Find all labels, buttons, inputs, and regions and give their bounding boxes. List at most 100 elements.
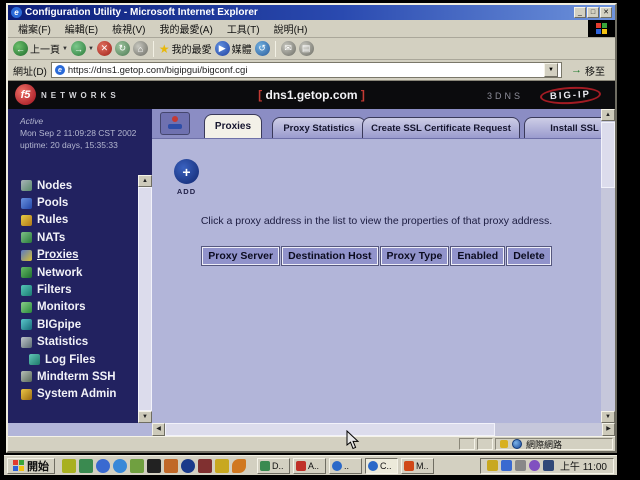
mail-button[interactable]: ✉: [281, 41, 296, 56]
sidebar-item-monitors[interactable]: Monitors: [8, 299, 138, 316]
back-dropdown-icon[interactable]: ▼: [62, 46, 68, 52]
sidebar-item-bigpipe[interactable]: BIGpipe: [8, 316, 138, 333]
sidebar-item-nats[interactable]: NATs: [8, 229, 138, 246]
quicklaunch-icon-6[interactable]: [147, 459, 161, 473]
sidebar-item-statistics[interactable]: Statistics: [8, 334, 138, 351]
scroll-up-icon[interactable]: ▲: [601, 109, 615, 121]
column-header-delete[interactable]: Delete: [507, 247, 551, 265]
menu-favorites[interactable]: 我的最愛(A): [152, 19, 219, 38]
sidebar-item-nodes[interactable]: Nodes: [8, 177, 138, 194]
quicklaunch-icon-5[interactable]: [130, 459, 144, 473]
scroll-down-icon[interactable]: ▼: [601, 411, 615, 423]
tray-icon-5[interactable]: [543, 460, 554, 471]
maximize-button[interactable]: □: [587, 7, 599, 18]
address-dropdown-icon[interactable]: ▼: [544, 63, 558, 77]
menu-tools[interactable]: 工具(T): [220, 19, 267, 38]
scroll-left-icon[interactable]: ◀: [152, 423, 165, 436]
minimize-button[interactable]: _: [574, 7, 586, 18]
tab-install-ssl-certificate[interactable]: Install SSL Certificate: [524, 117, 601, 138]
browser-window: e Configuration Utility - Microsoft Inte…: [6, 3, 617, 453]
scroll-right-icon[interactable]: ▶: [602, 423, 615, 436]
tray-icon-4[interactable]: [529, 460, 540, 471]
mouse-cursor: [346, 430, 360, 450]
quicklaunch-icon-2[interactable]: [79, 459, 93, 473]
menu-edit[interactable]: 編輯(E): [58, 19, 105, 38]
scroll-up-icon[interactable]: ▲: [138, 175, 152, 187]
quicklaunch-icon-7[interactable]: [164, 459, 178, 473]
system-datetime: Mon Sep 2 11:09:28 CST 2002: [20, 127, 152, 139]
close-button[interactable]: ✕: [600, 7, 612, 18]
print-button[interactable]: ▤: [299, 41, 314, 56]
task-buttons: D.. A.. .. C.. M..: [257, 458, 434, 474]
menu-view[interactable]: 檢視(V): [105, 19, 152, 38]
system-admin-icon: [21, 389, 32, 400]
vertical-scrollbar-thumb[interactable]: [601, 122, 615, 188]
title-bar[interactable]: e Configuration Utility - Microsoft Inte…: [8, 5, 615, 20]
refresh-button[interactable]: ↻: [115, 41, 130, 56]
quicklaunch-icon-9[interactable]: [198, 459, 212, 473]
menu-help[interactable]: 說明(H): [267, 19, 315, 38]
history-button[interactable]: ↺: [255, 41, 270, 56]
start-button[interactable]: 開始: [7, 458, 55, 474]
quicklaunch-icon-1[interactable]: [62, 459, 76, 473]
sidebar-item-label: Statistics: [37, 336, 88, 348]
scroll-down-icon[interactable]: ▼: [138, 411, 152, 423]
go-label: 移至: [585, 63, 605, 78]
column-header-proxy-type[interactable]: Proxy Type: [381, 247, 449, 265]
go-button[interactable]: → 移至: [566, 62, 610, 79]
page-vertical-scrollbar[interactable]: ▲ ▼: [601, 109, 615, 423]
quicklaunch-icon-4[interactable]: [113, 459, 127, 473]
sidebar-item-label: Log Files: [45, 354, 95, 366]
favorites-button[interactable]: ★ 我的最愛: [159, 41, 212, 56]
forward-button[interactable]: → ▼: [71, 41, 94, 56]
plus-icon: +: [182, 164, 190, 180]
back-button[interactable]: ← 上一頁 ▼: [13, 41, 68, 56]
tray-icon-2[interactable]: [501, 460, 512, 471]
quicklaunch-icon-8[interactable]: [181, 459, 195, 473]
add-button[interactable]: +: [174, 159, 199, 184]
column-header-enabled[interactable]: Enabled: [451, 247, 504, 265]
taskbar: 開始 D.. A.. .. C.. M.. 上午 11:00: [4, 455, 617, 475]
home-button[interactable]: ⌂: [133, 41, 148, 56]
network-map-button[interactable]: [160, 112, 190, 135]
horizontal-scrollbar-thumb[interactable]: [165, 423, 495, 436]
quicklaunch-icon-11[interactable]: [232, 459, 246, 473]
tab-proxy-statistics[interactable]: Proxy Statistics: [272, 117, 366, 138]
column-header-destination-host[interactable]: Destination Host: [282, 247, 377, 265]
quicklaunch-icon-3[interactable]: [96, 459, 110, 473]
rules-icon: [21, 215, 32, 226]
tray-icon-1[interactable]: [487, 460, 498, 471]
status-cell: [459, 438, 475, 450]
column-header-proxy-server[interactable]: Proxy Server: [202, 247, 279, 265]
address-input[interactable]: e https://dns1.getop.com/bigipgui/bigcon…: [51, 62, 562, 78]
go-arrow-icon: →: [571, 64, 582, 76]
sidebar-item-pools[interactable]: Pools: [8, 194, 138, 211]
sidebar-item-rules[interactable]: Rules: [8, 212, 138, 229]
page-horizontal-scrollbar[interactable]: ◀ ▶: [152, 423, 615, 436]
task-button-5[interactable]: M..: [401, 458, 434, 474]
sidebar-scrollbar[interactable]: ▲ ▼: [138, 175, 152, 423]
sidebar-item-filters[interactable]: Filters: [8, 281, 138, 298]
stop-button[interactable]: ✕: [97, 41, 112, 56]
sidebar-item-label: Nodes: [37, 180, 72, 192]
sidebar-item-mindterm-ssh[interactable]: Mindterm SSH: [8, 368, 138, 385]
task-button-2[interactable]: A..: [293, 458, 326, 474]
tray-icon-3[interactable]: [515, 460, 526, 471]
tab-create-ssl-certificate-request[interactable]: Create SSL Certificate Request: [362, 117, 520, 138]
task-button-4-active[interactable]: C..: [365, 458, 398, 474]
sidebar-scrollbar-thumb[interactable]: [138, 187, 152, 411]
media-button[interactable]: ▶ 媒體: [215, 41, 252, 56]
sidebar-item-system-admin[interactable]: System Admin: [8, 386, 138, 403]
sidebar-item-log-files[interactable]: Log Files: [8, 351, 138, 368]
toolbar-separator: [153, 41, 154, 57]
quicklaunch-icon-10[interactable]: [215, 459, 229, 473]
task-button-1[interactable]: D..: [257, 458, 290, 474]
tab-proxies[interactable]: Proxies: [204, 114, 262, 138]
sidebar-item-label: Rules: [37, 214, 68, 226]
forward-dropdown-icon[interactable]: ▼: [88, 46, 94, 52]
sidebar-item-proxies[interactable]: Proxies: [8, 247, 138, 264]
menu-file[interactable]: 檔案(F): [11, 19, 58, 38]
sidebar-item-network[interactable]: Network: [8, 264, 138, 281]
back-label: 上一頁: [30, 41, 60, 56]
task-button-3[interactable]: ..: [329, 458, 362, 474]
